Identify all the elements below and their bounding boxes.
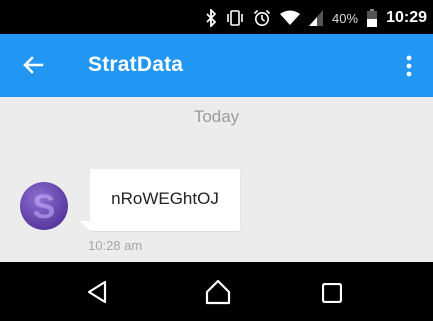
avatar-letter: S xyxy=(32,188,56,226)
message-text: nRoWEGhtOJ xyxy=(111,189,219,208)
nav-home-icon[interactable] xyxy=(205,279,231,310)
battery-icon xyxy=(367,9,378,27)
alarm-icon xyxy=(253,9,271,27)
status-bar: 40% 10:29 xyxy=(0,0,433,34)
navigation-bar xyxy=(0,262,433,321)
status-icons: 40% 10:29 xyxy=(205,7,427,29)
date-separator: Today xyxy=(193,107,240,126)
app-bar: StratData xyxy=(0,34,433,97)
arrow-back-icon[interactable] xyxy=(16,48,50,82)
bluetooth-icon xyxy=(205,9,217,27)
nav-recents-icon[interactable] xyxy=(321,282,343,308)
more-vert-icon[interactable] xyxy=(401,52,417,80)
wifi-icon xyxy=(280,10,301,26)
conversation-view[interactable]: Today S nRoWEGhtOJ 10:28 am xyxy=(0,97,433,262)
battery-percent: 40% xyxy=(332,10,359,26)
message-timestamp: 10:28 am xyxy=(88,238,143,253)
avatar[interactable]: S xyxy=(20,182,68,230)
status-clock: 10:29 xyxy=(386,9,427,26)
conversation-title: StratData xyxy=(88,53,184,76)
message-bubble[interactable]: nRoWEGhtOJ xyxy=(80,169,240,231)
vibrate-icon xyxy=(226,10,244,26)
nav-back-icon[interactable] xyxy=(86,280,108,309)
signal-icon xyxy=(309,10,324,26)
